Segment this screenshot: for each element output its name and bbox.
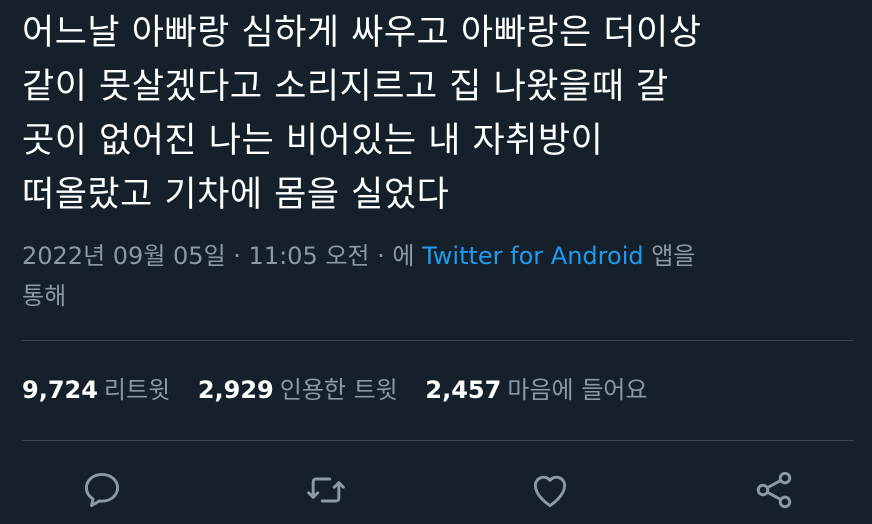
retweet-icon [307,477,345,503]
likes-stat[interactable]: 2,457 마음에 들어요 [425,376,647,404]
source-link[interactable]: Twitter for Android [422,242,643,270]
meta-separator: · [225,242,249,270]
tweet-time[interactable]: 11:05 오전 [249,242,370,270]
quotes-count: 2,929 [197,376,274,404]
source-prefix: 에 [392,242,423,270]
meta-separator: · [369,242,393,270]
reply-button[interactable] [78,466,126,514]
likes-count: 2,457 [425,376,502,404]
likes-label: 마음에 들어요 [507,376,648,404]
divider [22,440,854,441]
source-suffix-line2: 통해 [22,282,67,310]
source-suffix: 앱을 [643,242,696,270]
tweet-text-line: 떠올랐고 기차에 몸을 실었다 [22,175,450,215]
engagement-stats: 9,724 리트윗 2,929 인용한 트윗 2,457 마음에 들어요 [22,370,667,410]
share-button[interactable] [750,466,798,514]
tweet-actions [0,466,872,518]
quotes-stat[interactable]: 2,929 인용한 트윗 [198,376,398,404]
retweets-label: 리트윗 [103,376,171,404]
tweet-text-line: 어느날 아빠랑 심하게 싸우고 아빠랑은 더이상 [22,13,702,53]
retweet-button[interactable] [302,466,350,514]
retweets-stat[interactable]: 9,724 리트윗 [22,376,170,404]
tweet-metadata: 2022년 09월 05일 · 11:05 오전 · 에 Twitter for… [22,236,852,316]
like-button[interactable] [526,466,574,514]
share-icon [756,471,792,509]
tweet-text-line: 같이 못살겠다고 소리지르고 집 나왔을때 갈 [22,67,669,107]
tweet-text-line: 곳이 없어진 나는 비어있는 내 자취방이 [22,121,604,161]
reply-icon [84,472,120,508]
retweets-count: 9,724 [22,376,98,404]
like-icon [533,475,567,508]
divider [22,340,854,341]
tweet-text: 어느날 아빠랑 심하게 싸우고 아빠랑은 더이상 같이 못살겠다고 소리지르고 … [22,6,852,222]
quotes-label: 인용한 트윗 [279,376,398,404]
tweet-date[interactable]: 2022년 09월 05일 [22,242,226,270]
